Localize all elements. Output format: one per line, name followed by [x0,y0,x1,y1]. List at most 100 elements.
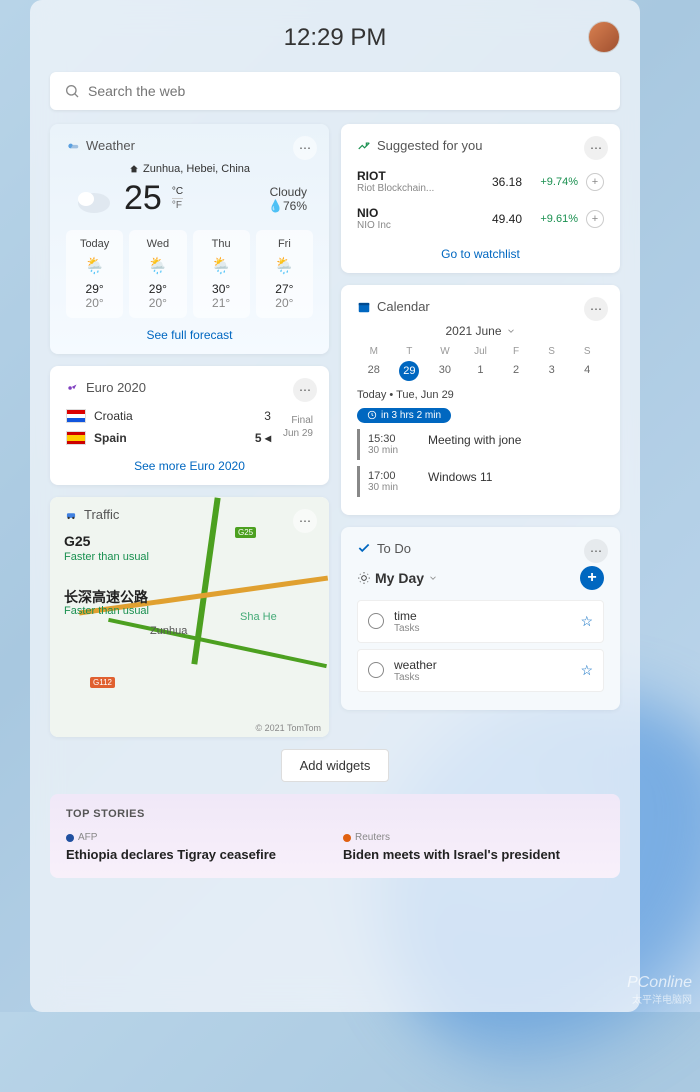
cal-dow: Jul [464,344,498,359]
sports-icon [66,381,80,395]
calendar-icon [357,300,371,314]
sun-icon [357,571,371,585]
forecast-day[interactable]: Wed 🌦️ 29° 20° [129,230,186,318]
weather-icon [66,139,80,153]
user-avatar[interactable] [588,21,620,53]
match-row-2: Spain 5 ◂ [66,427,271,449]
route-badge-2: G25 [235,527,256,538]
rain-icon: 🌦️ [197,256,246,276]
source-dot-icon [343,834,351,842]
full-forecast-link[interactable]: See full forecast [66,328,313,342]
search-icon [64,83,80,99]
clock-icon [367,410,377,420]
stock-row[interactable]: RIOT Riot Blockchain... 36.18 +9.74% + [357,163,604,200]
euro-title: Euro 2020 [86,380,146,395]
story-item[interactable]: Reuters Biden meets with Israel's presid… [343,832,604,864]
cal-day[interactable]: 4 [570,361,604,381]
cloud-icon [72,183,116,215]
cal-dow: S [570,344,604,359]
todo-checkbox[interactable] [368,613,384,629]
calendar-event[interactable]: 15:3030 min Meeting with jone [357,429,604,460]
forecast-day[interactable]: Thu 🌦️ 30° 21° [193,230,250,318]
euro-card[interactable]: Euro 2020 ⋯ Croatia 3 Spain 5 ◂ [50,366,329,485]
cal-day[interactable]: 29 [399,361,419,381]
top-stories-section: TOP STORIES AFP Ethiopia declares Tigray… [50,794,620,878]
todo-menu-button[interactable]: ⋯ [584,539,608,563]
map-copyright: © 2021 TomTom [256,723,322,733]
search-box[interactable] [50,72,620,110]
add-widgets-button[interactable]: Add widgets [281,749,390,782]
myday-header[interactable]: My Day + [357,566,604,590]
map-image[interactable] [50,497,329,737]
story-item[interactable]: AFP Ethiopia declares Tigray ceasefire [66,832,327,864]
calendar-menu-button[interactable]: ⋯ [584,297,608,321]
cal-day[interactable]: 30 [428,361,462,381]
chevron-down-icon [428,573,438,583]
route-1-status: Faster than usual [64,551,149,563]
cal-day[interactable]: 2 [499,361,533,381]
stocks-icon [357,139,371,153]
watermark: PConline [627,974,692,992]
current-temp: 25 [124,179,162,218]
todo-item[interactable]: weatherTasks ☆ [357,649,604,692]
star-icon[interactable]: ☆ [580,662,593,679]
calendar-event[interactable]: 17:0030 min Windows 11 [357,466,604,497]
traffic-card[interactable]: Traffic ⋯ G25 Faster than usual 长深高速公路 F… [50,497,329,737]
weather-menu-button[interactable]: ⋯ [293,136,317,160]
rain-icon: 🌦️ [70,256,119,276]
route-1-name: G25 [64,533,90,549]
star-icon[interactable]: ☆ [580,613,593,630]
calendar-card[interactable]: Calendar ⋯ 2021 June MTWJulFSS2829301234… [341,285,620,515]
cal-day[interactable]: 1 [464,361,498,381]
header: 12:29 PM [50,18,620,58]
cal-dow: W [428,344,462,359]
calendar-title: Calendar [377,299,430,314]
forecast-day[interactable]: Fri 🌦️ 27° 20° [256,230,313,318]
route-2-name: 长深高速公路 [64,587,148,607]
clock-time: 12:29 PM [284,24,387,52]
rain-icon: 🌦️ [133,256,182,276]
todo-title: To Do [377,541,411,556]
cal-dow: S [535,344,569,359]
forecast-day[interactable]: Today 🌦️ 29° 20° [66,230,123,318]
euro-menu-button[interactable]: ⋯ [293,378,317,402]
stock-row[interactable]: NIO NIO Inc 49.40 +9.61% + [357,200,604,237]
map-city-1: Zunhua [150,625,187,637]
flag-spain [66,431,86,445]
search-input[interactable] [88,83,606,99]
match-row-1: Croatia 3 [66,405,271,427]
calendar-month[interactable]: 2021 June [357,324,604,338]
flag-croatia [66,409,86,423]
suggested-card[interactable]: Suggested for you ⋯ RIOT Riot Blockchain… [341,124,620,273]
add-stock-button[interactable]: + [586,210,604,228]
source-dot-icon [66,834,74,842]
next-event-pill: in 3 hrs 2 min [357,408,451,423]
suggested-menu-button[interactable]: ⋯ [584,136,608,160]
add-stock-button[interactable]: + [586,173,604,191]
todo-checkbox[interactable] [368,662,384,678]
temp-unit[interactable]: °C °F [172,186,183,211]
add-task-button[interactable]: + [580,566,604,590]
suggested-title: Suggested for you [377,138,483,153]
rain-icon: 🌦️ [260,256,309,276]
traffic-menu-button[interactable]: ⋯ [293,509,317,533]
traffic-icon [64,508,78,522]
match-status: Final Jun 29 [283,414,313,440]
cal-day[interactable]: 28 [357,361,391,381]
widgets-panel: 12:29 PM Weather ⋯ Zunhua, Hebei, China [30,0,640,1012]
chevron-down-icon [506,326,516,336]
map-city-2: Sha He [240,611,277,623]
weather-location: Zunhua, Hebei, China [66,163,313,175]
watermark-sub: 太平洋电脑网 [632,991,692,1006]
euro-more-link[interactable]: See more Euro 2020 [66,459,313,473]
todo-card[interactable]: To Do ⋯ My Day + timeTasks ☆ weatherTask… [341,527,620,710]
todo-item[interactable]: timeTasks ☆ [357,600,604,643]
weather-card[interactable]: Weather ⋯ Zunhua, Hebei, China 25 °C °F … [50,124,329,354]
cal-dow: M [357,344,391,359]
todo-icon [357,541,371,555]
watchlist-link[interactable]: Go to watchlist [357,247,604,261]
cal-day[interactable]: 3 [535,361,569,381]
traffic-title: Traffic [84,507,119,522]
route-badge-1: G112 [90,677,115,688]
home-icon [129,164,139,174]
